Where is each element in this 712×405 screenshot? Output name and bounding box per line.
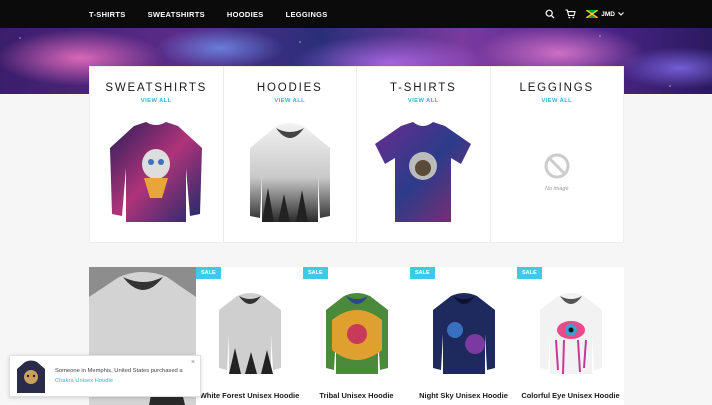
collection-title: HOODIES	[256, 82, 323, 94]
collection-title: T-SHIRTS	[389, 82, 457, 94]
chevron-down-icon	[618, 12, 624, 16]
view-all-link[interactable]: VIEW ALL	[408, 98, 439, 104]
nav-tshirts[interactable]: T-SHIRTS	[89, 10, 126, 19]
product-card[interactable]: SALE Night Sky Unisex Hoodie	[410, 267, 517, 405]
product-name[interactable]: Colorful Eye Unisex Hoodie	[517, 391, 624, 401]
product-image[interactable]	[424, 289, 504, 375]
product-card[interactable]: SALE Tribal Unisex Hoodie	[303, 267, 410, 405]
sale-badge: SALE	[517, 267, 542, 279]
view-all-link[interactable]: VIEW ALL	[541, 98, 572, 104]
view-all-link[interactable]: VIEW ALL	[141, 98, 172, 104]
popup-product-thumbnail[interactable]	[14, 358, 48, 394]
sale-badge: SALE	[410, 267, 435, 279]
cart-icon[interactable]	[565, 9, 576, 19]
no-image-placeholder[interactable]: No image	[503, 116, 611, 228]
product-name[interactable]: Tribal Unisex Hoodie	[303, 391, 410, 401]
nav-leggings[interactable]: LEGGINGS	[286, 10, 328, 19]
no-image-icon	[543, 152, 571, 182]
collection-list: SWEATSHIRTS VIEW ALL HOODIES VIEW ALL T-…	[89, 66, 624, 243]
jamaica-flag-icon	[586, 10, 599, 18]
product-name[interactable]: Night Sky Unisex Hoodie	[410, 391, 517, 401]
no-image-label: No image	[544, 186, 569, 192]
popup-message: Someone in Memphis, United States purcha…	[55, 368, 183, 374]
product-image[interactable]	[317, 289, 397, 375]
hoodie-image[interactable]	[236, 116, 344, 228]
top-nav-bar: T-SHIRTS SWEATSHIRTS HOODIES LEGGINGS JM…	[0, 0, 712, 28]
collection-hoodies[interactable]: HOODIES VIEW ALL	[224, 67, 357, 242]
search-icon[interactable]	[545, 9, 555, 19]
product-card[interactable]: SALE White Forest Unisex Hoodie	[196, 267, 303, 405]
close-icon[interactable]: ×	[191, 359, 195, 366]
product-image[interactable]	[210, 289, 290, 375]
main-nav: T-SHIRTS SWEATSHIRTS HOODIES LEGGINGS	[89, 0, 350, 28]
popup-product-link[interactable]: Chakra Unisex Hoodie	[55, 376, 183, 386]
recent-purchase-popup[interactable]: Someone in Memphis, United States purcha…	[9, 355, 201, 397]
product-card[interactable]: SALE Colorful Eye Unisex Hoodie	[517, 267, 624, 405]
tshirt-image[interactable]	[369, 116, 477, 228]
currency-selector[interactable]: JMD	[586, 10, 624, 18]
nav-hoodies[interactable]: HOODIES	[227, 10, 264, 19]
sweatshirt-image[interactable]	[102, 116, 210, 228]
product-name[interactable]: White Forest Unisex Hoodie	[196, 391, 303, 401]
popup-text: Someone in Memphis, United States purcha…	[55, 366, 183, 386]
collection-leggings[interactable]: LEGGINGS VIEW ALL No image	[491, 67, 624, 242]
collection-title: SWEATSHIRTS	[105, 82, 208, 94]
sale-badge: SALE	[196, 267, 221, 279]
collection-sweatshirts[interactable]: SWEATSHIRTS VIEW ALL	[90, 67, 224, 242]
currency-code: JMD	[601, 10, 615, 18]
collection-tshirts[interactable]: T-SHIRTS VIEW ALL	[357, 67, 491, 242]
nav-utilities: JMD	[545, 0, 624, 28]
nav-sweatshirts[interactable]: SWEATSHIRTS	[148, 10, 205, 19]
product-image[interactable]	[531, 289, 611, 375]
view-all-link[interactable]: VIEW ALL	[274, 98, 305, 104]
sale-badge: SALE	[303, 267, 328, 279]
collection-title: LEGGINGS	[519, 82, 594, 94]
